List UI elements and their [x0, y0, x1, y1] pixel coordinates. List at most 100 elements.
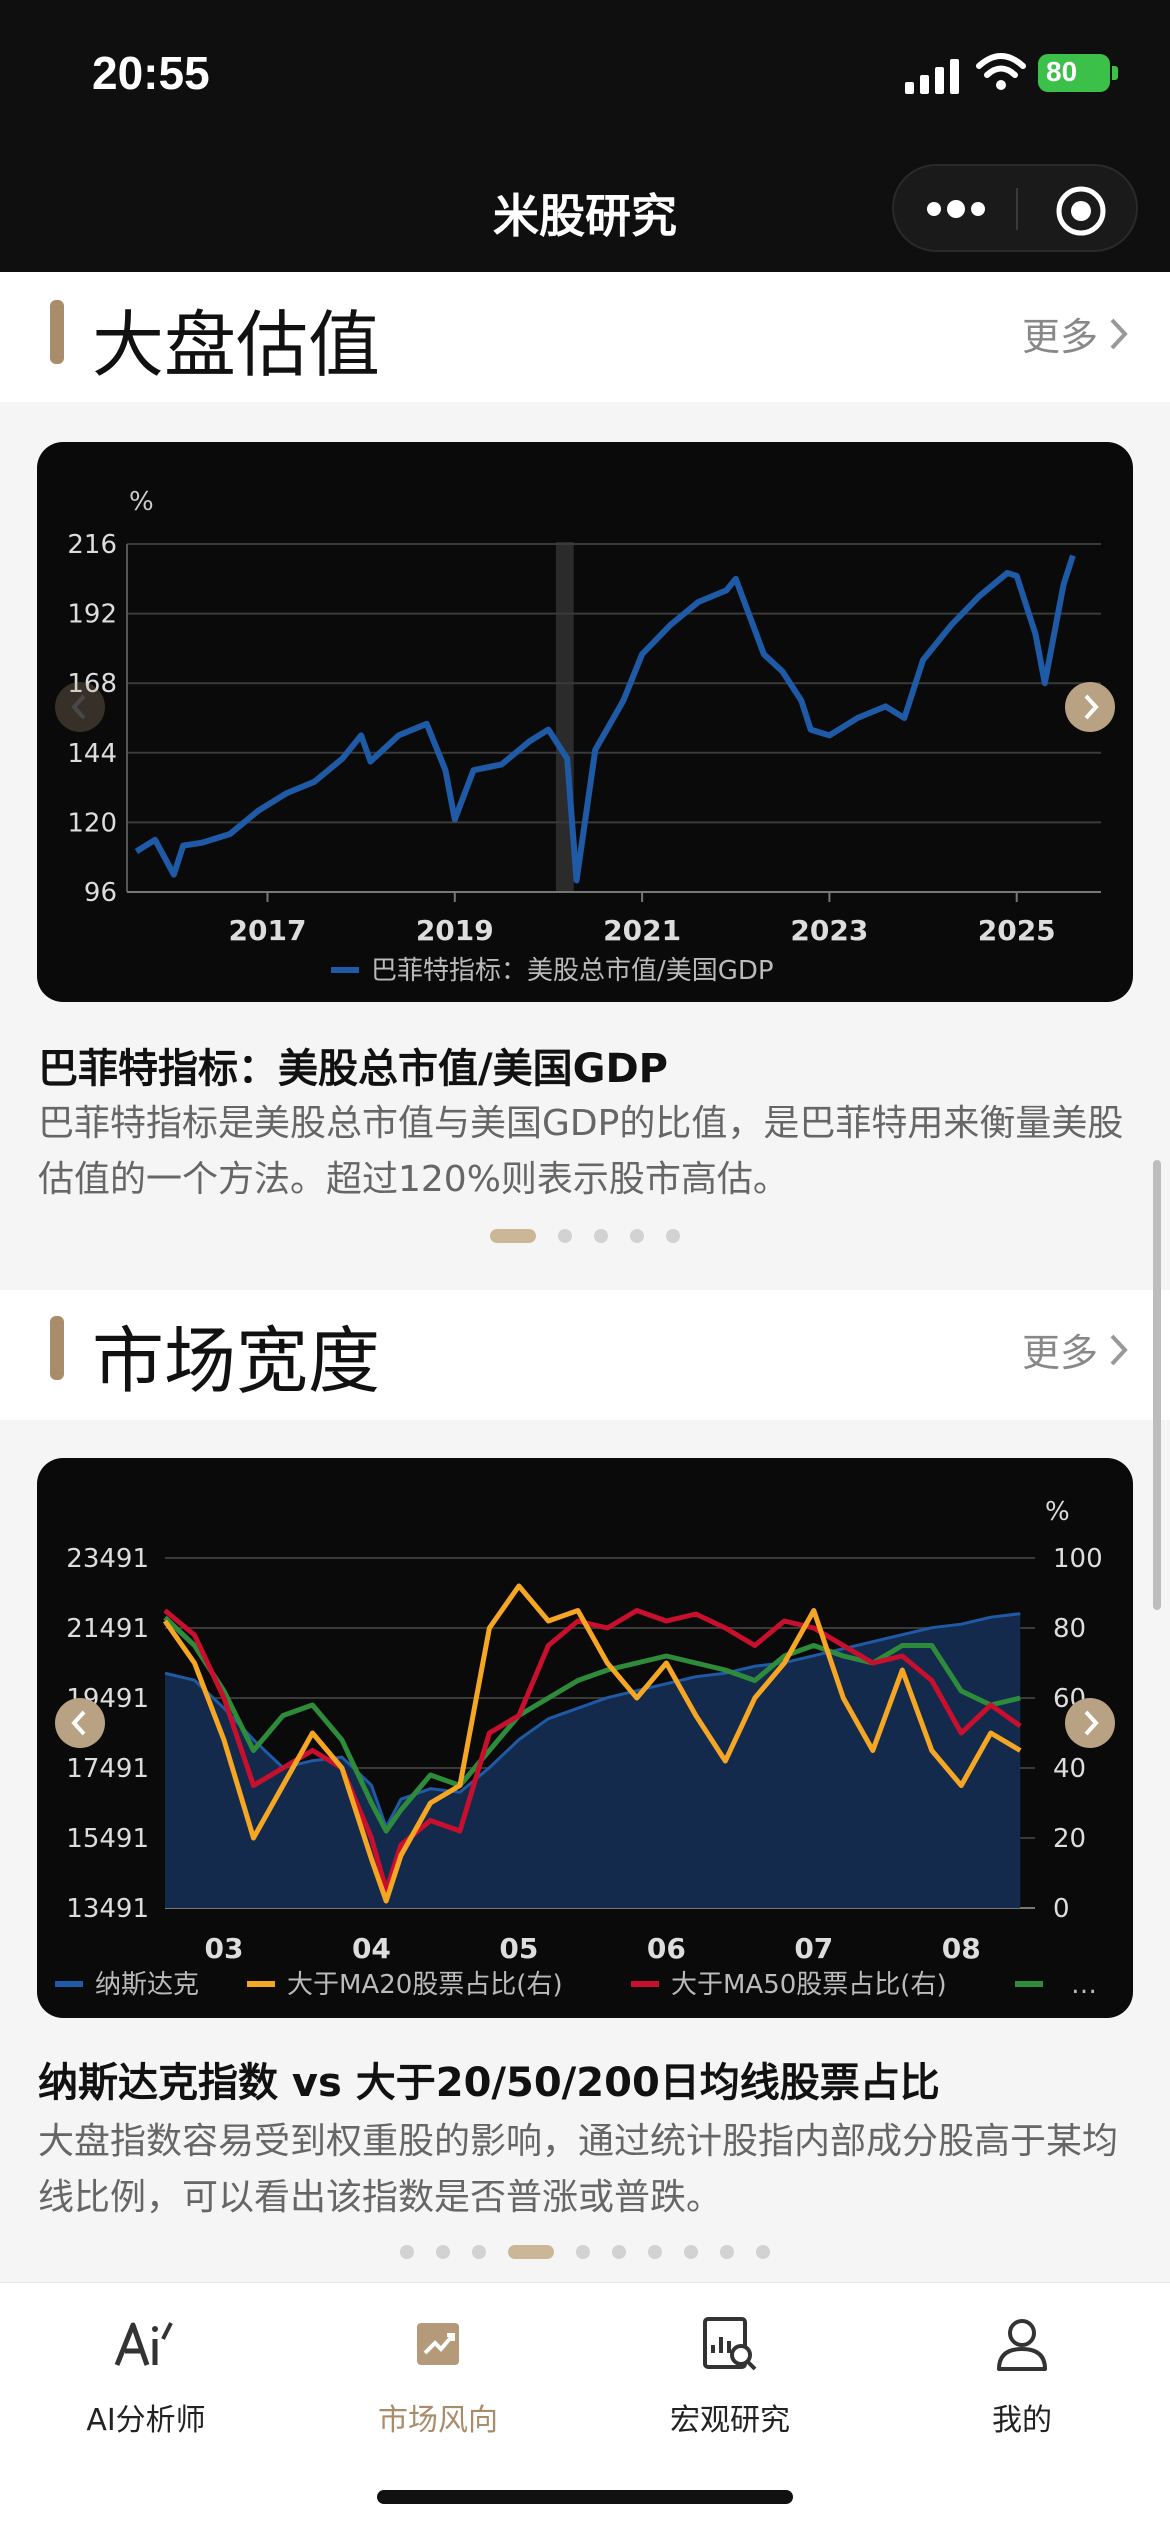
x-tick-label: 2017: [229, 914, 307, 947]
carousel-dot[interactable]: [630, 1229, 644, 1243]
carousel-dot-active[interactable]: [508, 2245, 554, 2259]
legend-more: …: [1071, 1970, 1097, 2000]
carousel-dot[interactable]: [612, 2245, 626, 2259]
tab-label: 市场风向: [378, 2403, 498, 2438]
section-title: 市场宽度: [92, 1319, 381, 1403]
x-tick-label: 07: [794, 1932, 833, 1965]
carousel-dot[interactable]: [558, 1229, 572, 1243]
y-right-tick-label: 80: [1053, 1614, 1086, 1644]
carousel-dot[interactable]: [436, 2245, 450, 2259]
card-description: 大盘指数容易受到权重股的影响，通过统计股指内部成分股高于某均线比例，可以看出该指…: [38, 2121, 1119, 2218]
y-right-tick-label: 0: [1053, 1894, 1070, 1924]
x-tick-label: 04: [352, 1932, 391, 1965]
more-label: 更多: [1021, 315, 1098, 359]
miniprogram-capsule: [892, 164, 1138, 252]
tab-mine[interactable]: 我的: [876, 2309, 1168, 2439]
tab-label: 宏观研究: [670, 2403, 790, 2438]
chart-card-buffett[interactable]: % 216 192 168 144 120 96 2017 2019 2021 2023 2025 巴菲…: [37, 442, 1133, 1002]
x-tick-label: 2023: [790, 914, 868, 947]
capsule-divider: [1016, 188, 1018, 230]
battery-tip: [1112, 66, 1118, 80]
chevron-right-icon: [1084, 694, 1099, 720]
market-breadth-chart: %23491 10021491 8019491 6017491 4015491 20134…: [55, 1497, 1103, 2000]
y-tick-label: 144: [67, 739, 117, 769]
x-tick-label: 2021: [603, 914, 681, 947]
chevron-left-icon: [71, 1710, 86, 1736]
chevron-right-icon: [1084, 1710, 1099, 1736]
carousel-dot[interactable]: [472, 2245, 486, 2259]
scrollbar[interactable]: [1153, 1160, 1161, 1610]
legend-label: 纳斯达克: [95, 1970, 199, 2000]
next-slide-button[interactable]: [1065, 1698, 1115, 1748]
carousel-dot[interactable]: [756, 2245, 770, 2259]
legend-label: 巴菲特指标：美股总市值/美国GDP: [371, 956, 774, 986]
status-bar: 20:55 80: [0, 0, 1170, 150]
carousel-dot[interactable]: [684, 2245, 698, 2259]
nav-bar: 米股研究: [0, 150, 1170, 272]
prev-slide-button[interactable]: [55, 682, 105, 732]
carousel-dot[interactable]: [720, 2245, 734, 2259]
more-label: 更多: [1021, 1331, 1098, 1375]
tab-label: AI分析师: [86, 2403, 206, 2438]
right-axis-unit: %: [1045, 1497, 1070, 1527]
y-right-tick-label: 40: [1053, 1754, 1086, 1784]
carousel-dot[interactable]: [594, 1229, 608, 1243]
signal-icon: [905, 59, 959, 94]
y-axis-unit: %: [129, 487, 154, 517]
status-time: 20:55: [92, 47, 210, 99]
ai-analyst-icon: [114, 2322, 173, 2366]
carousel-dots: [0, 1226, 1170, 1246]
more-dots-icon[interactable]: [924, 194, 988, 224]
next-slide-button[interactable]: [1065, 682, 1115, 732]
section-breadth-header: 市场宽度 更多: [0, 1290, 1170, 1420]
chevron-left-icon: [71, 694, 86, 720]
section-title: 大盘估值: [92, 303, 381, 387]
battery-indicator: 80: [1038, 54, 1110, 92]
x-tick-label: 06: [647, 1932, 686, 1965]
carousel-dot[interactable]: [400, 2245, 414, 2259]
y-tick-label: 120: [67, 808, 117, 838]
tab-label: 我的: [992, 2403, 1052, 2438]
y-tick-label: 17491: [66, 1754, 149, 1784]
x-tick-label: 2025: [978, 914, 1056, 947]
chevron-right-icon: [1110, 1334, 1128, 1365]
wifi-icon: [976, 53, 1026, 90]
carousel-dot[interactable]: [666, 1229, 680, 1243]
more-link[interactable]: 更多: [1022, 1322, 1130, 1377]
more-link[interactable]: 更多: [1022, 306, 1130, 361]
y-right-tick-label: 100: [1053, 1544, 1103, 1574]
profile-icon: [997, 2319, 1047, 2371]
trend-icon: [417, 2323, 459, 2365]
y-tick-label: 21491: [66, 1614, 149, 1644]
tab-macro-research[interactable]: 宏观研究: [584, 2309, 876, 2439]
prev-slide-button[interactable]: [55, 1698, 105, 1748]
section-valuation-header: 大盘估值 更多: [0, 272, 1170, 402]
battery-level: 80: [1046, 56, 1078, 87]
y-tick-label: 13491: [66, 1894, 149, 1924]
tab-ai-analyst[interactable]: AI分析师: [0, 2309, 292, 2439]
tab-market-trend[interactable]: 市场风向: [292, 2309, 584, 2439]
carousel-dot[interactable]: [576, 2245, 590, 2259]
y-right-tick-label: 20: [1053, 1824, 1086, 1854]
series-line: [134, 554, 1076, 884]
section-accent-bar: [50, 1316, 64, 1380]
carousel-dot[interactable]: [648, 2245, 662, 2259]
chevron-right-icon: [1110, 318, 1128, 349]
home-indicator: [377, 2490, 793, 2504]
carousel-dots: [0, 2242, 1170, 2262]
card-title: 巴菲特指标：美股总市值/美国GDP: [38, 1046, 668, 1092]
x-tick-label: 08: [942, 1932, 981, 1965]
card-description: 巴菲特指标是美股总市值与美国GDP的比值，是巴菲特用来衡量美股估值的一个方法。超…: [38, 1103, 1124, 1200]
buffett-indicator-chart: %216192168144120962017 2019 2021 2023 2025巴菲…: [67, 487, 1101, 986]
legend-label: 大于MA20股票占比(右): [287, 1970, 563, 2000]
y-tick-label: 23491: [66, 1544, 149, 1574]
legend-label: 大于MA50股票占比(右): [671, 1970, 947, 2000]
y-tick-label: 96: [84, 878, 117, 908]
chart-card-breadth[interactable]: % 23491 100 21491 80 19491 60 17491 40 15491 20 134…: [37, 1458, 1133, 2018]
target-icon[interactable]: [1054, 184, 1108, 238]
y-tick-label: 216: [67, 530, 117, 560]
y-tick-label: 192: [67, 600, 117, 630]
carousel-dot-active[interactable]: [490, 1229, 536, 1243]
x-tick-label: 05: [499, 1932, 538, 1965]
section-accent-bar: [50, 300, 64, 364]
